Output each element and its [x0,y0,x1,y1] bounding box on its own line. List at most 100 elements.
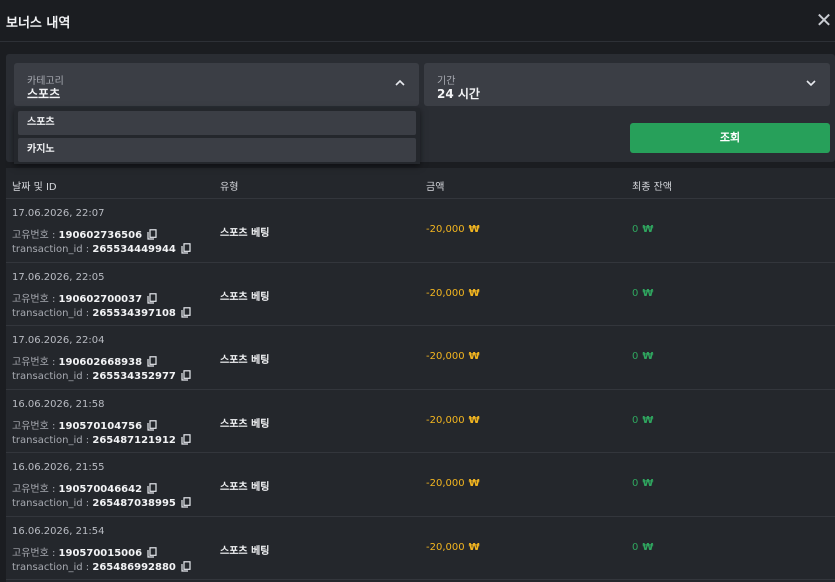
row-type: 스포츠 베팅 [220,418,270,430]
id-label: 고유번호 : [12,484,56,495]
copy-icon[interactable] [181,433,191,445]
row-id: 190570015006 [58,547,143,559]
row-id: 190602668938 [58,357,143,368]
row-amount: -20,000 ₩ [426,478,480,489]
currency-symbol: ₩ [468,287,480,299]
currency-symbol: ₩ [468,351,480,362]
row-balance: 0 ₩ [632,224,653,235]
close-button[interactable]: ✕ [813,8,835,32]
row-date: 17.06.2026, 22:04 [12,335,105,346]
transaction-label: transaction_id : [12,244,90,255]
row-date: 16.06.2026, 21:54 [12,525,105,537]
table-row: 16.06.2026, 21:58 고유번호 : 190570104756 tran… [6,390,835,453]
currency-symbol: ₩ [642,351,654,362]
copy-icon[interactable] [181,560,191,572]
id-label: 고유번호 : [12,547,56,559]
row-transaction-id: 265534352977 [92,371,176,382]
chevron-up-icon [395,79,405,86]
dropdown-option-casino[interactable]: 카지노 [18,138,416,162]
row-type: 스포츠 베팅 [220,545,270,557]
transaction-label: transaction_id : [12,498,90,509]
row-balance: 0 ₩ [632,415,653,426]
search-button[interactable]: 조회 [630,123,830,153]
row-date: 17.06.2026, 22:05 [12,271,105,283]
currency-symbol: ₩ [642,224,654,235]
row-transaction-id: 265534449944 [92,244,176,255]
row-id: 190602736506 [58,230,143,241]
dropdown-option-sports[interactable]: 스포츠 [18,111,416,135]
row-id: 190570104756 [58,420,143,432]
bonus-history-table: 날짜 및 ID 유형 금액 최종 잔액 17.06.2026, 22:07 고유번… [6,168,835,582]
table-row: 16.06.2026, 21:54 고유번호 : 190570015006 tran… [6,517,835,580]
copy-icon[interactable] [181,497,191,508]
row-id-line: 고유번호 : 190570104756 [12,417,157,432]
table-header: 날짜 및 ID 유형 금액 최종 잔액 [6,168,835,199]
column-header-date: 날짜 및 ID [12,182,57,193]
chevron-down-icon [806,80,816,87]
transaction-label: transaction_id : [12,561,90,573]
category-select[interactable]: 카테고리 스포츠 [14,63,419,106]
table-row: 16.06.2026, 21:55 고유번호 : 190570046642 tran… [6,453,835,517]
amount-value: -20,000 [426,351,465,362]
currency-symbol: ₩ [468,414,480,426]
amount-value: -20,000 [426,541,465,553]
copy-icon[interactable] [181,243,191,254]
copy-icon[interactable] [147,483,157,494]
transaction-label: transaction_id : [12,307,90,319]
amount-value: -20,000 [426,287,465,299]
period-select[interactable]: 기간 24 시간 [424,63,830,106]
copy-icon[interactable] [147,229,157,240]
copy-icon[interactable] [181,370,191,381]
row-amount: -20,000 ₩ [426,288,480,299]
period-value: 24 시간 [437,87,480,101]
id-label: 고유번호 : [12,293,56,305]
id-label: 고유번호 : [12,230,56,241]
row-transaction-line: transaction_id : 265534352977 [12,370,191,382]
row-id-line: 고유번호 : 190602736506 [12,226,157,241]
table-row: 17.06.2026, 22:04 고유번호 : 190602668938 tran… [6,326,835,390]
column-header-balance: 최종 잔액 [632,182,672,193]
row-type: 스포츠 베팅 [220,291,270,303]
copy-icon[interactable] [147,546,157,558]
row-id-line: 고유번호 : 190570046642 [12,480,157,495]
row-id-line: 고유번호 : 190602668938 [12,353,157,368]
transaction-label: transaction_id : [12,371,90,382]
currency-symbol: ₩ [642,541,654,553]
row-amount: -20,000 ₩ [426,415,480,426]
balance-value: 0 [632,287,639,299]
id-label: 고유번호 : [12,357,56,368]
copy-icon[interactable] [147,292,157,304]
row-id: 190602700037 [58,293,143,305]
row-transaction-line: transaction_id : 265487121912 [12,433,191,446]
balance-value: 0 [632,414,639,426]
row-amount: -20,000 ₩ [426,542,480,553]
amount-value: -20,000 [426,478,465,489]
row-amount: -20,000 ₩ [426,351,480,362]
row-date: 16.06.2026, 21:58 [12,398,105,410]
row-transaction-id: 265487038995 [92,498,176,509]
amount-value: -20,000 [426,224,465,235]
row-transaction-line: transaction_id : 265486992880 [12,560,191,573]
currency-symbol: ₩ [642,414,654,426]
row-type: 스포츠 베팅 [220,482,270,493]
row-date: 17.06.2026, 22:07 [12,208,105,219]
row-transaction-line: transaction_id : 265534397108 [12,306,191,319]
currency-symbol: ₩ [642,287,654,299]
category-value: 스포츠 [27,87,61,101]
currency-symbol: ₩ [642,478,654,489]
copy-icon[interactable] [147,419,157,431]
row-balance: 0 ₩ [632,288,653,299]
balance-value: 0 [632,224,639,235]
copy-icon[interactable] [147,356,157,367]
balance-value: 0 [632,478,639,489]
column-header-amount: 금액 [426,182,445,193]
currency-symbol: ₩ [468,478,480,489]
row-balance: 0 ₩ [632,478,653,489]
table-row: 17.06.2026, 22:05 고유번호 : 190602700037 tran… [6,263,835,326]
copy-icon[interactable] [181,306,191,318]
row-transaction-id: 265487121912 [92,434,176,446]
amount-value: -20,000 [426,414,465,426]
row-balance: 0 ₩ [632,542,653,553]
balance-value: 0 [632,351,639,362]
row-balance: 0 ₩ [632,351,653,362]
